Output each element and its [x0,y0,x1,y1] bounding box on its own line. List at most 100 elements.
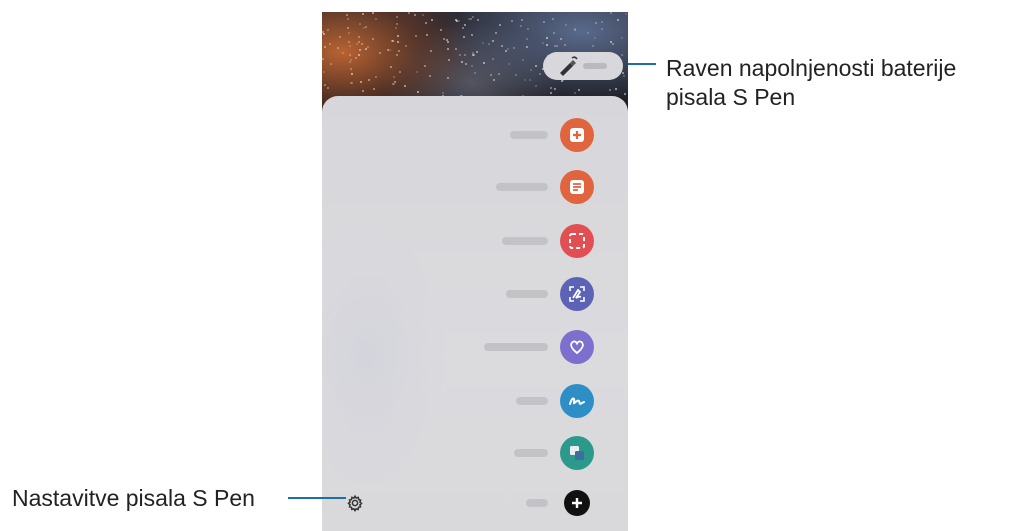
wallpaper-speck [601,28,603,30]
menu-item-label [516,397,548,405]
wallpaper-speck [513,47,515,49]
wallpaper-speck [347,27,349,29]
wallpaper-speck [359,49,361,51]
smart-select-icon[interactable] [560,224,594,258]
wallpaper-speck [358,54,360,56]
wallpaper-speck [404,85,406,87]
wallpaper-speck [394,81,396,83]
wallpaper-speck [526,38,528,40]
wallpaper-speck [379,52,381,54]
wallpaper-speck [592,45,594,47]
menu-item-smart-select[interactable] [322,220,628,260]
wallpaper-speck [327,29,329,31]
wallpaper-speck [609,89,611,91]
wallpaper-speck [322,58,324,60]
wallpaper-speck [375,18,377,20]
s-pen-icon [557,56,579,81]
wallpaper-speck [483,62,485,64]
wallpaper-speck [350,59,352,61]
wallpaper-speck [397,35,399,37]
wallpaper-speck [431,19,433,21]
wallpaper-speck [348,32,350,34]
wallpaper-speck [488,43,490,45]
wallpaper-speck [424,65,426,67]
wallpaper-speck [524,79,526,81]
wallpaper-speck [339,36,341,38]
wallpaper-speck [396,16,398,18]
wallpaper-speck [375,76,377,78]
wallpaper-speck [458,20,460,22]
wallpaper-speck [574,29,576,31]
wallpaper-speck [471,34,473,36]
wallpaper-speck [368,79,370,81]
wallpaper-speck [447,48,449,50]
menu-item-add[interactable] [322,482,628,522]
wallpaper-speck [351,73,353,75]
menu-item-ar-doodle[interactable] [322,380,628,420]
wallpaper-speck [472,16,474,18]
s-pen-battery-indicator[interactable] [543,52,623,80]
wallpaper-speck [535,85,537,87]
battery-callout-line [628,63,656,65]
add-icon[interactable] [564,490,590,516]
wallpaper-speck [425,22,427,24]
wallpaper-speck [464,24,466,26]
menu-item-translate[interactable] [322,432,628,472]
wallpaper-speck [515,74,517,76]
view-all-notes-icon[interactable] [560,170,594,204]
live-messages-icon[interactable] [560,330,594,364]
wallpaper-speck [529,79,531,81]
wallpaper-speck [329,43,331,45]
wallpaper-speck [622,72,624,74]
wallpaper-speck [408,12,410,14]
wallpaper-speck [395,27,397,29]
wallpaper-speck [455,19,457,21]
wallpaper-speck [324,84,326,86]
menu-item-screen-write[interactable] [322,273,628,313]
wallpaper-speck [492,40,494,42]
menu-item-view-all-notes[interactable] [322,166,628,206]
wallpaper-speck [477,19,479,21]
wallpaper-speck [521,19,523,21]
translate-icon[interactable] [560,436,594,470]
wallpaper-speck [601,21,603,23]
menu-item-label [484,343,548,351]
menu-item-create-note[interactable] [322,114,628,154]
wallpaper-speck [624,93,626,95]
settings-gear-icon[interactable] [346,494,364,512]
wallpaper-speck [505,50,507,52]
wallpaper-speck [367,46,369,48]
wallpaper-speck [492,58,494,60]
phone-screen [322,12,628,531]
wallpaper-speck [349,61,351,63]
wallpaper-speck [355,57,357,59]
wallpaper-speck [556,45,558,47]
wallpaper-speck [501,45,503,47]
wallpaper-speck [553,32,555,34]
wallpaper-speck [417,91,419,93]
menu-item-label [514,449,548,457]
wallpaper-speck [461,61,463,63]
wallpaper-speck [346,14,348,16]
wallpaper-speck [430,50,432,52]
wallpaper-speck [530,69,532,71]
ar-doodle-icon[interactable] [560,384,594,418]
create-note-icon[interactable] [560,118,594,152]
wallpaper-speck [507,48,509,50]
menu-item-live-messages[interactable] [322,326,628,366]
wallpaper-speck [522,59,524,61]
battery-level-bar [583,63,607,69]
wallpaper-speck [508,63,510,65]
wallpaper-speck [564,44,566,46]
wallpaper-speck [550,92,552,94]
wallpaper-speck [595,22,597,24]
wallpaper-speck [587,32,589,34]
wallpaper-speck [464,54,466,56]
screen-write-icon[interactable] [560,277,594,311]
wallpaper-speck [447,77,449,79]
wallpaper-speck [542,42,544,44]
wallpaper-speck [361,43,363,45]
wallpaper-speck [365,48,367,50]
wallpaper-speck [490,74,492,76]
wallpaper-speck [397,41,399,43]
